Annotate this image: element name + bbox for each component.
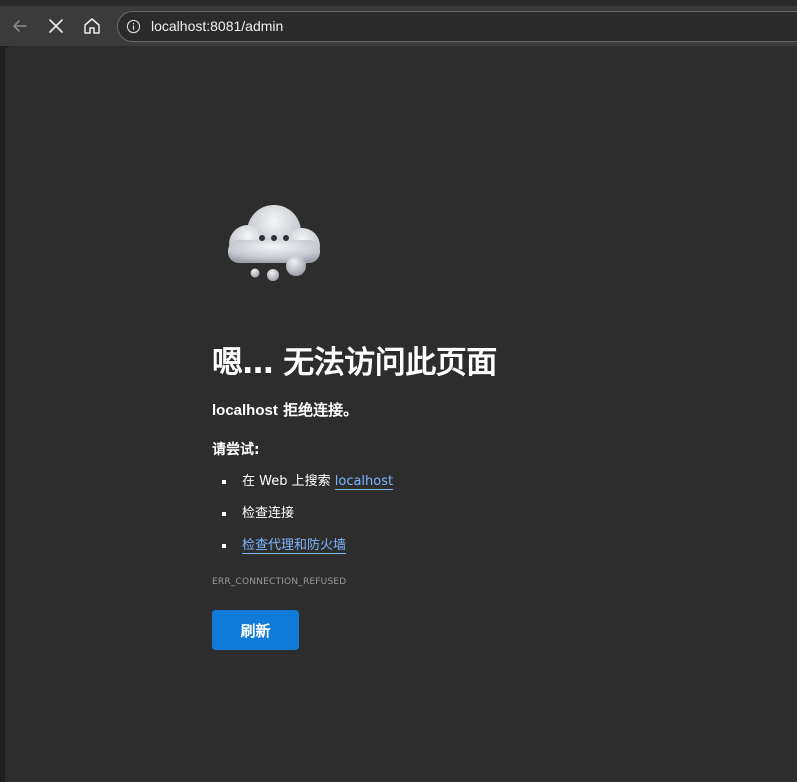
check-proxy-firewall-link[interactable]: 检查代理和防火墙 — [242, 538, 347, 554]
list-item: 检查代理和防火墙 — [222, 536, 347, 556]
list-item: 在 Web 上搜索 localhost — [222, 472, 394, 492]
suggestion-list: 检查连接 — [222, 504, 294, 524]
host-name: localhost — [212, 402, 278, 419]
list-item: 检查连接 — [222, 504, 294, 524]
home-icon — [84, 18, 100, 34]
info-icon[interactable] — [126, 19, 141, 34]
try-label: 请尝试: — [212, 442, 260, 458]
back-arrow-icon — [13, 20, 27, 32]
bullet — [222, 544, 226, 548]
error-code: ERR_CONNECTION_REFUSED — [212, 577, 347, 587]
stop-loading-button[interactable] — [42, 12, 70, 40]
refresh-button[interactable]: 刷新 — [212, 610, 299, 650]
suggestion-list: 在 Web 上搜索 localhost — [222, 472, 394, 492]
close-icon — [49, 19, 63, 33]
bullet — [222, 480, 226, 484]
back-button[interactable] — [6, 12, 34, 40]
bullet — [222, 512, 226, 516]
browser-toolbar: localhost:8081/admin — [0, 0, 797, 46]
home-button[interactable] — [78, 12, 106, 40]
refused-text: 拒绝连接。 — [277, 401, 359, 419]
error-subtitle: localhost 拒绝连接。 — [212, 399, 358, 420]
suggestion-text: 检查连接 — [242, 506, 295, 521]
suggestion-list: 检查代理和防火墙 — [222, 536, 347, 556]
suggestion-text: 在 Web 上搜索 — [242, 474, 335, 489]
url-text[interactable]: localhost:8081/admin — [151, 18, 283, 34]
page-title: 嗯… 无法访问此页面 — [212, 345, 497, 381]
search-web-link[interactable]: localhost — [334, 474, 394, 490]
cloud-icon — [228, 205, 320, 281]
page-content — [5, 46, 797, 782]
address-bar[interactable]: localhost:8081/admin — [117, 11, 797, 42]
